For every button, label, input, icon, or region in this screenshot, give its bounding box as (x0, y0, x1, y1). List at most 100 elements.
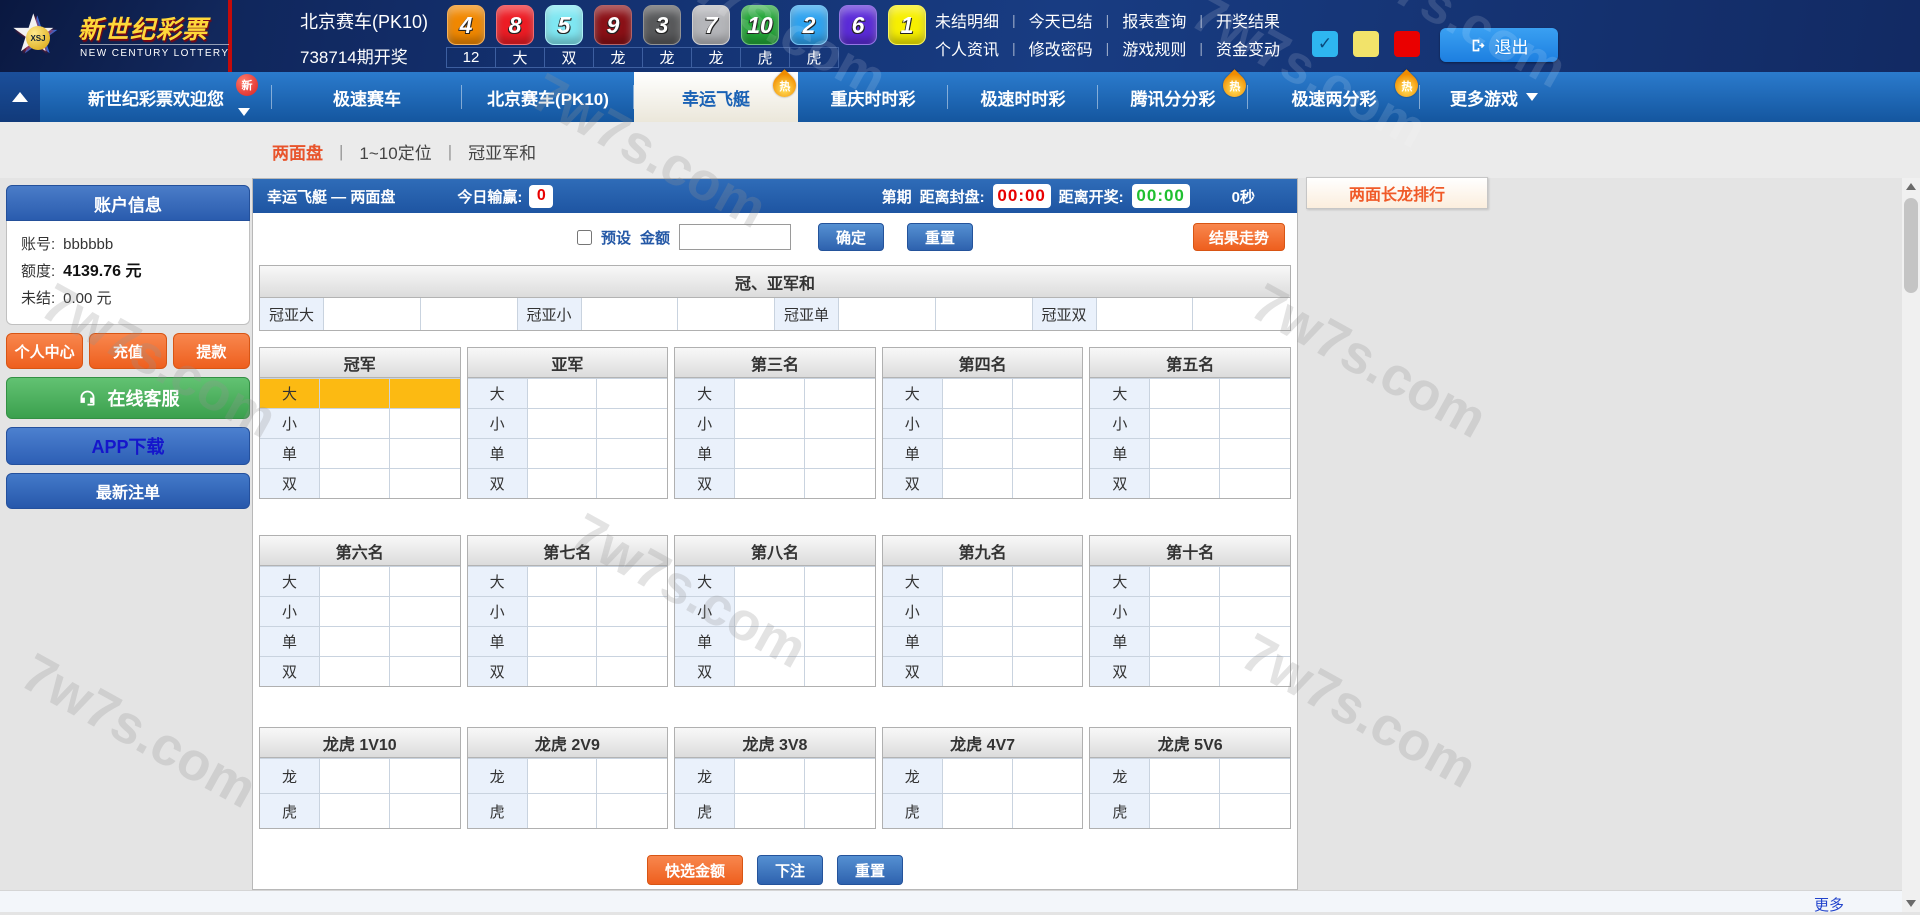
quick-amount-button[interactable]: 快选金额 (647, 855, 743, 885)
bet-cell[interactable] (597, 439, 668, 468)
odds-cell[interactable] (1150, 379, 1221, 408)
odds-cell[interactable] (320, 409, 390, 438)
app-download-button[interactable]: APP下载 (6, 427, 250, 465)
odds-cell[interactable] (320, 657, 390, 686)
sidebar-button-1[interactable]: 个人中心 (6, 333, 84, 369)
bet-cell[interactable] (597, 597, 668, 626)
odds-cell[interactable] (735, 794, 805, 828)
bet-cell[interactable] (1012, 597, 1083, 626)
odds-cell[interactable] (581, 298, 679, 330)
bet-cell[interactable] (1220, 657, 1290, 686)
scrollbar-up-arrow[interactable] (1902, 178, 1920, 195)
bet-cell[interactable] (1012, 567, 1083, 596)
odds-cell[interactable] (942, 794, 1013, 828)
bet-cell[interactable] (597, 469, 668, 498)
odds-cell[interactable] (942, 439, 1013, 468)
odds-cell[interactable] (1150, 597, 1221, 626)
odds-cell[interactable] (1096, 298, 1194, 330)
odds-cell[interactable] (942, 469, 1013, 498)
bet-cell[interactable] (1220, 627, 1290, 656)
nav-tab-6[interactable]: 极速时时彩 (948, 72, 1098, 122)
odds-cell[interactable] (942, 409, 1013, 438)
bet-cell[interactable] (389, 759, 460, 793)
reset-bets-button[interactable]: 重置 (837, 855, 903, 885)
bet-cell[interactable] (597, 759, 668, 793)
bet-cell[interactable] (678, 298, 775, 330)
bet-cell[interactable] (804, 597, 875, 626)
bet-cell[interactable] (389, 409, 460, 438)
bet-cell[interactable] (389, 794, 460, 828)
odds-cell[interactable] (527, 794, 598, 828)
odds-cell[interactable] (735, 597, 805, 626)
bet-cell[interactable] (1012, 439, 1083, 468)
bet-cell[interactable] (1220, 379, 1290, 408)
header-link[interactable]: 今天已结 (1029, 8, 1093, 32)
bet-cell[interactable] (597, 379, 668, 408)
bet-cell[interactable] (1220, 759, 1290, 793)
odds-cell[interactable] (1150, 409, 1221, 438)
bet-cell[interactable] (804, 627, 875, 656)
odds-cell[interactable] (735, 469, 805, 498)
odds-cell[interactable] (320, 567, 390, 596)
nav-tab-3[interactable]: 北京赛车(PK10) (462, 72, 634, 122)
bet-cell[interactable] (597, 627, 668, 656)
odds-cell[interactable] (735, 627, 805, 656)
nav-tab-8[interactable]: 极速两分彩 热 (1248, 69, 1423, 122)
confirm-button[interactable]: 确定 (818, 223, 885, 251)
logout-button[interactable]: 退出 (1440, 28, 1558, 62)
sidebar-button-2[interactable]: 充值 (89, 333, 167, 369)
place-bet-button[interactable]: 下注 (757, 855, 823, 885)
bet-cell[interactable] (804, 794, 875, 828)
bet-cell[interactable] (389, 657, 460, 686)
bet-cell[interactable] (597, 794, 668, 828)
nav-tab-5[interactable]: 重庆时时彩 (798, 72, 948, 122)
theme-swatch[interactable]: ✓ (1312, 31, 1338, 57)
bet-cell[interactable] (804, 759, 875, 793)
header-link[interactable]: 游戏规则 (1122, 36, 1186, 60)
odds-cell[interactable] (735, 439, 805, 468)
odds-cell[interactable] (735, 759, 805, 793)
odds-cell[interactable] (527, 657, 598, 686)
odds-cell[interactable] (527, 759, 598, 793)
theme-swatch[interactable] (1353, 31, 1379, 57)
odds-cell[interactable] (735, 409, 805, 438)
bet-cell[interactable] (597, 409, 668, 438)
odds-cell[interactable] (1150, 657, 1221, 686)
bet-cell[interactable] (1220, 597, 1290, 626)
odds-cell[interactable] (1150, 627, 1221, 656)
bet-cell[interactable] (804, 379, 875, 408)
odds-cell[interactable] (839, 298, 936, 330)
bet-cell[interactable] (389, 469, 460, 498)
scrollbar-thumb[interactable] (1904, 198, 1918, 293)
odds-cell[interactable] (324, 298, 421, 330)
bet-cell[interactable] (1220, 469, 1290, 498)
odds-cell[interactable] (735, 657, 805, 686)
nav-tab-4[interactable]: 幸运飞艇 热 (634, 69, 801, 122)
odds-cell[interactable] (320, 469, 390, 498)
nav-tab-9[interactable]: 更多游戏 (1420, 72, 1568, 122)
odds-cell[interactable] (735, 379, 805, 408)
amount-input[interactable] (679, 224, 792, 250)
bet-cell[interactable] (389, 439, 460, 468)
bet-cell[interactable] (804, 439, 875, 468)
bet-cell[interactable] (389, 627, 460, 656)
subnav-item-2[interactable]: 1~10定位 (359, 139, 431, 164)
bet-cell[interactable] (1012, 657, 1083, 686)
nav-tab-2[interactable]: 极速赛车 (272, 72, 462, 122)
preset-checkbox[interactable] (576, 229, 592, 245)
bet-cell[interactable] (804, 409, 875, 438)
bet-cell[interactable] (1220, 567, 1290, 596)
subnav-item-3[interactable]: 冠亚军和 (468, 139, 536, 164)
bet-cell[interactable] (804, 657, 875, 686)
bet-cell[interactable] (1012, 794, 1083, 828)
bet-cell[interactable] (1012, 627, 1083, 656)
bet-cell[interactable] (597, 657, 668, 686)
bet-cell[interactable] (420, 298, 518, 330)
bet-cell[interactable] (389, 597, 460, 626)
odds-cell[interactable] (942, 597, 1013, 626)
nav-tab-7[interactable]: 腾讯分分彩热 (1098, 69, 1251, 122)
odds-cell[interactable] (320, 627, 390, 656)
odds-cell[interactable] (1150, 567, 1221, 596)
header-link[interactable]: 开奖结果 (1216, 8, 1280, 32)
odds-cell[interactable] (527, 379, 598, 408)
